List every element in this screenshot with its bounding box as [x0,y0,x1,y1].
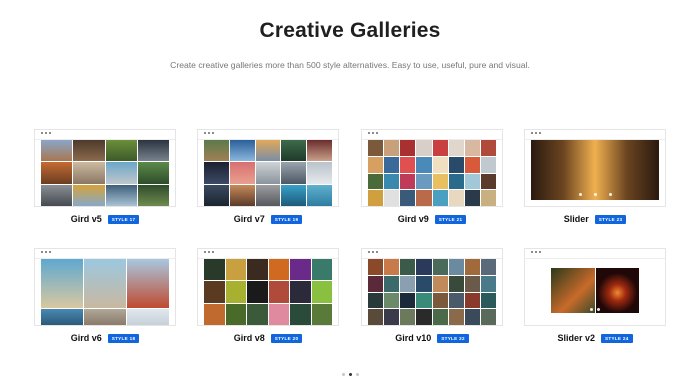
window-dots-icon [368,251,378,253]
gallery-card-gird-v9[interactable]: Gird v9 STYLE 21 [361,129,503,224]
pagination-dot[interactable] [355,373,359,376]
gallery-preview [368,140,496,206]
window-dots-icon [531,132,541,134]
gallery-preview [41,140,169,206]
style-badge: STYLE 22 [437,333,469,343]
style-badge: STYLE 17 [107,214,140,224]
window-topbar [35,130,175,140]
browser-frame [197,248,339,326]
style-badge: STYLE 24 [600,333,633,343]
style-badge: STYLE 18 [107,333,140,343]
browser-frame [361,129,503,207]
page-title: Creative Galleries [259,19,441,42]
gallery-preview [204,140,332,206]
gallery-card-slider[interactable]: Slider STYLE 23 [524,129,666,224]
page-subtitle: Create creative galleries more than 500 … [170,60,530,70]
window-dots-icon [41,132,51,134]
window-dots-icon [368,132,378,134]
window-topbar [525,249,665,259]
slider-preview [531,140,659,200]
gallery-name: Slider v2 [557,333,595,343]
window-topbar [525,130,665,140]
window-dots-icon [41,251,51,253]
browser-frame [34,129,176,207]
window-topbar [362,249,502,259]
style-badge: STYLE 19 [270,214,303,224]
window-topbar [198,130,338,140]
gallery-card-gird-v5[interactable]: Gird v5 STYLE 17 [34,129,176,224]
slider-preview [551,268,639,313]
pagination-dot[interactable] [341,373,345,376]
browser-frame [34,248,176,326]
gallery-name: Gird v10 [395,333,432,343]
window-dots-icon [204,132,214,134]
window-topbar [362,130,502,140]
gallery-name: Gird v8 [233,333,265,343]
window-dots-icon [204,251,214,253]
gallery-name: Gird v9 [397,214,429,224]
slider-dots[interactable] [551,308,639,311]
browser-frame [524,248,666,326]
gallery-name: Gird v6 [70,333,102,343]
gallery-preview [41,259,169,325]
browser-frame [361,248,503,326]
style-badge: STYLE 20 [270,333,303,343]
style-badge: STYLE 21 [434,214,467,224]
gallery-name: Gird v5 [70,214,102,224]
window-dots-icon [531,251,541,253]
gallery-card-gird-v10[interactable]: Gird v10 STYLE 22 [361,248,503,343]
slider-dots[interactable] [531,193,659,196]
style-badge: STYLE 23 [594,214,627,224]
gallery-preview [204,259,332,325]
gallery-preview [368,259,496,325]
pagination-dot-active[interactable] [348,373,352,376]
gallery-name: Gird v7 [233,214,265,224]
gallery-name: Slider [563,214,589,224]
carousel-pagination[interactable] [0,373,700,376]
gallery-card-gird-v8[interactable]: Gird v8 STYLE 20 [197,248,339,343]
window-topbar [35,249,175,259]
gallery-card-gird-v7[interactable]: Gird v7 STYLE 19 [197,129,339,224]
gallery-card-slider-v2[interactable]: Slider v2 STYLE 24 [524,248,666,343]
browser-frame [524,129,666,207]
window-topbar [198,249,338,259]
browser-frame [197,129,339,207]
gallery-card-gird-v6[interactable]: Gird v6 STYLE 18 [34,248,176,343]
